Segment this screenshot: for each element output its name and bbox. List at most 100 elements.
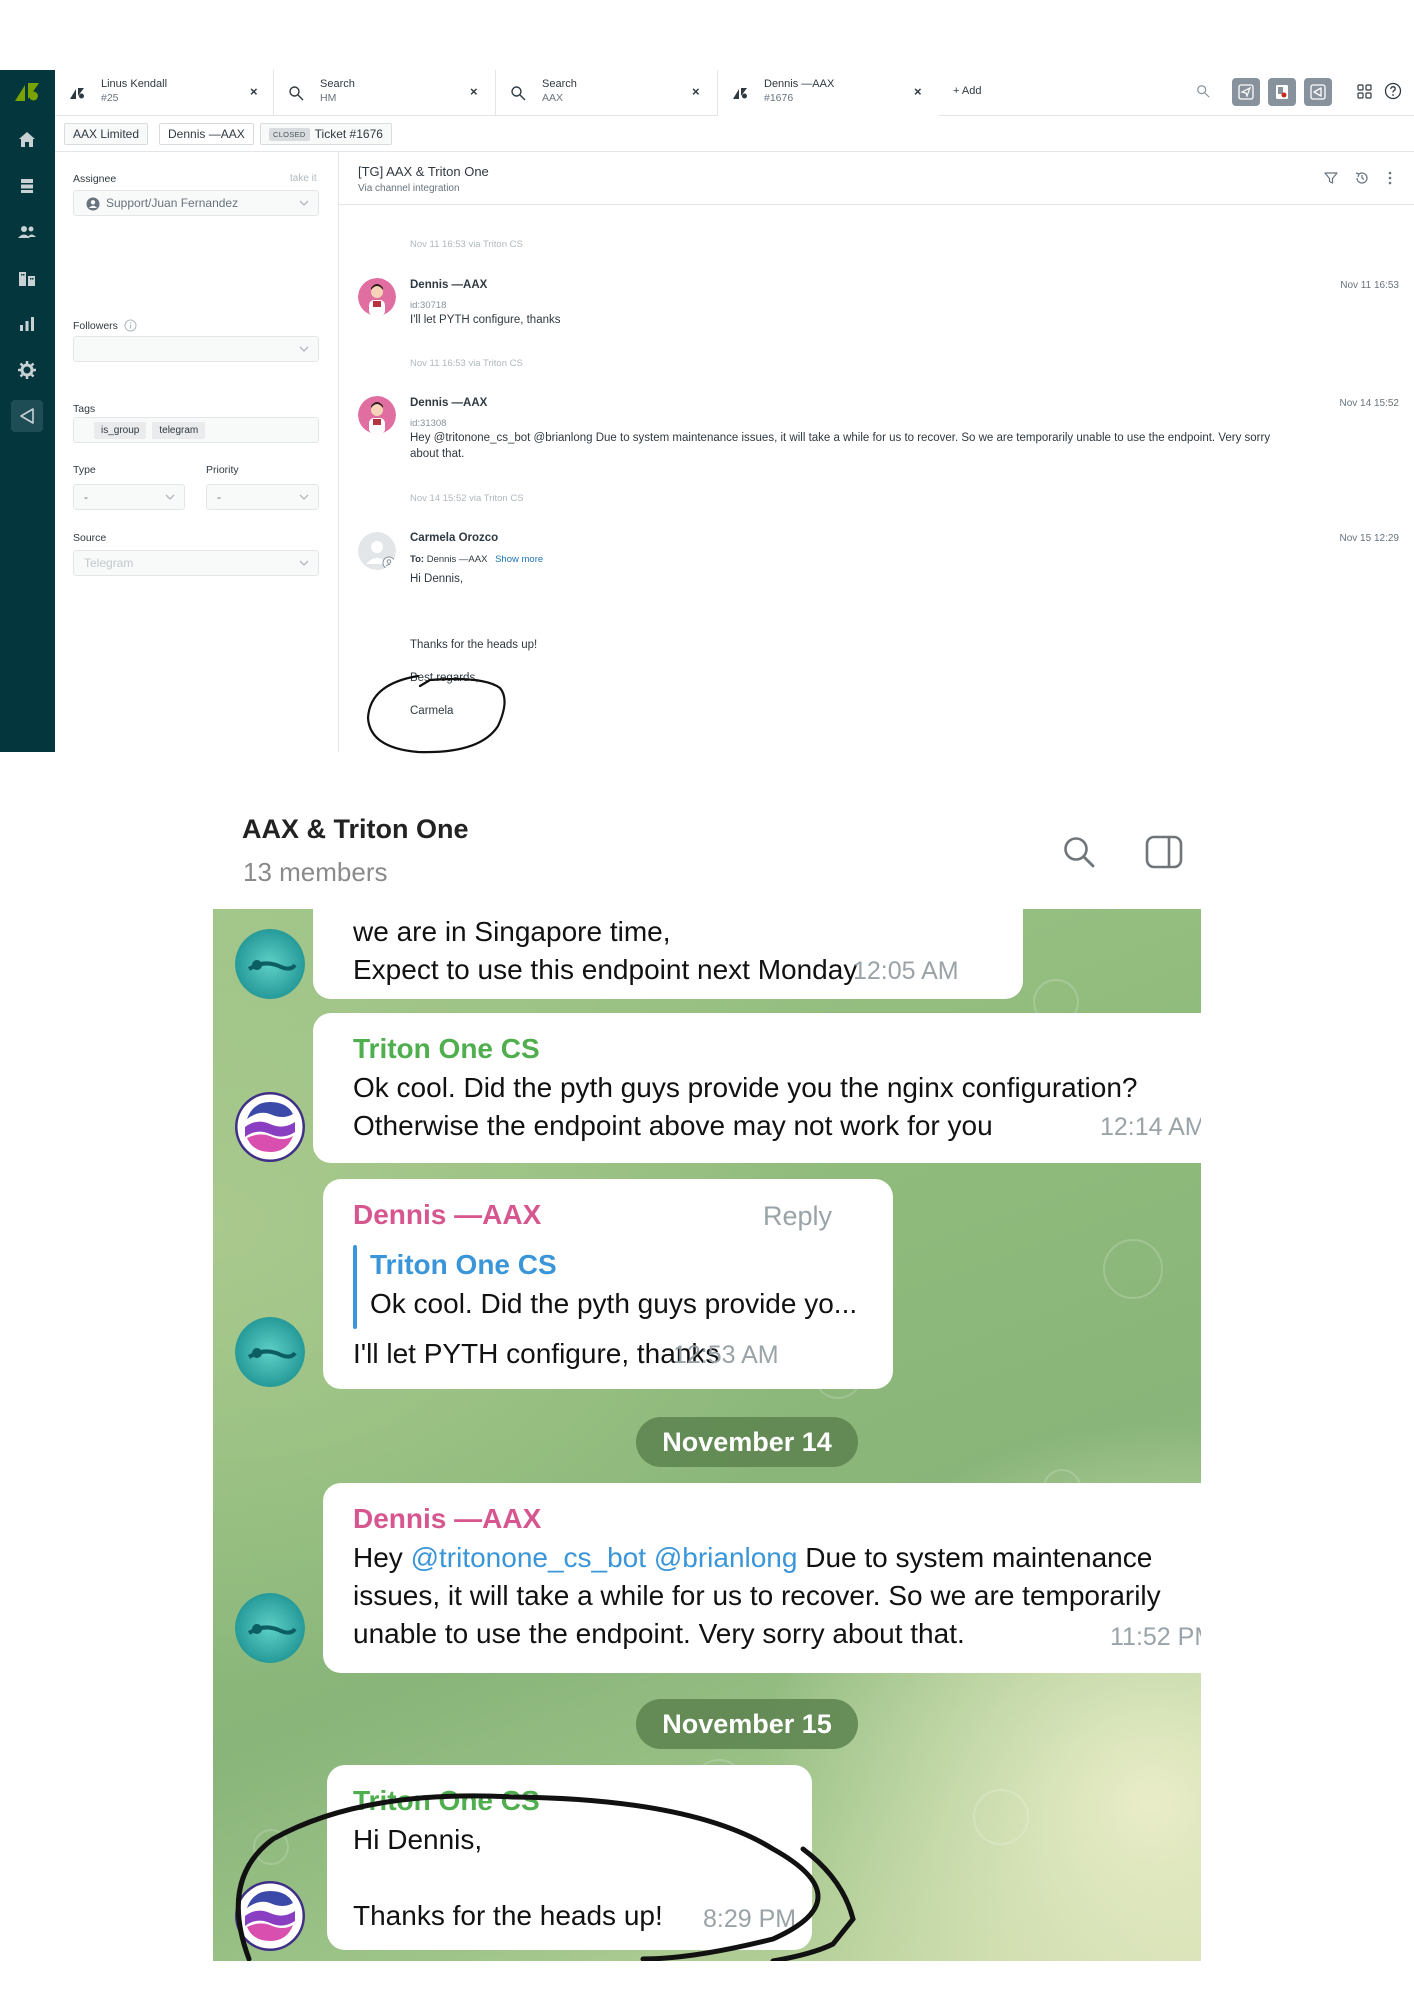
avatar[interactable] — [235, 929, 305, 999]
background-doodle — [1103, 1239, 1163, 1299]
message-author[interactable]: Dennis —AAX — [410, 397, 487, 409]
close-icon[interactable]: × — [470, 84, 478, 99]
more-options-icon[interactable] — [1382, 170, 1398, 186]
add-tab-button[interactable]: + Add — [953, 85, 981, 97]
tag-chip[interactable]: is_group — [94, 421, 147, 439]
tab-linus-kendall[interactable]: Linus Kendall #25 × — [55, 70, 273, 116]
take-it-link[interactable]: take it — [290, 173, 317, 184]
ticket-icon — [733, 88, 747, 99]
message-greeting: Hi Dennis, — [410, 573, 464, 585]
message-text: unable to use the endpoint. Very sorry a… — [353, 1618, 965, 1649]
followers-field[interactable] — [73, 336, 319, 362]
close-icon[interactable]: × — [692, 84, 700, 99]
message-text: issues, it will take a while for us to r… — [353, 1580, 1161, 1611]
message-bubble[interactable]: we are in Singapore time, Expect to use … — [313, 909, 1023, 999]
home-icon[interactable] — [11, 124, 43, 156]
customers-icon[interactable] — [11, 216, 43, 248]
avatar[interactable] — [235, 1881, 305, 1951]
zendesk-logo-icon[interactable] — [13, 81, 41, 103]
search-icon[interactable] — [1196, 84, 1210, 98]
message-text: we are in Singapore time, — [353, 916, 671, 947]
message-bubble[interactable]: Dennis —AAX Hey @tritonone_cs_bot @brian… — [323, 1483, 1201, 1673]
member-count[interactable]: 13 members — [243, 857, 388, 888]
sender-name[interactable]: Dennis —AAX — [353, 1503, 541, 1535]
sender-name[interactable]: Dennis —AAX — [353, 1199, 541, 1231]
views-icon[interactable] — [11, 170, 43, 202]
close-icon[interactable]: × — [250, 84, 258, 99]
breadcrumb-requester[interactable]: Dennis —AAX — [159, 123, 254, 145]
assignee-value: Support/Juan Fernandez — [106, 196, 239, 210]
telegram-chat-area: we are in Singapore time, Expect to use … — [213, 909, 1201, 1961]
message-signature: Carmela — [410, 705, 454, 717]
tab-search-aax[interactable]: Search AAX × — [495, 70, 717, 116]
tags-field[interactable]: is_group telegram — [73, 417, 319, 443]
product-tray-grid-icon[interactable] — [1357, 84, 1372, 99]
avatar[interactable] — [358, 278, 396, 316]
reporting-icon[interactable] — [11, 308, 43, 340]
filter-icon[interactable] — [1323, 170, 1339, 186]
chevron-down-icon — [165, 494, 175, 500]
message-bubble[interactable]: Triton One CS Ok cool. Did the pyth guys… — [313, 1013, 1201, 1163]
avatar[interactable] — [235, 1092, 305, 1162]
info-icon[interactable] — [124, 319, 137, 332]
quoted-text[interactable]: Ok cool. Did the pyth guys provide yo... — [370, 1285, 857, 1323]
help-question-icon[interactable] — [1384, 82, 1402, 100]
mention-link[interactable]: @tritonone_cs_bot — [411, 1542, 646, 1573]
priority-select[interactable]: - — [206, 484, 319, 510]
message-timestamp: Nov 11 16:53 — [1340, 280, 1399, 291]
tab-title: Search — [320, 78, 355, 90]
date-separator: November 14 — [636, 1417, 858, 1467]
triangle-send-icon — [1310, 84, 1326, 100]
message-bubble[interactable]: Triton One CS Hi Dennis, Thanks for the … — [327, 1765, 812, 1950]
tag-chip[interactable]: telegram — [152, 421, 206, 439]
quoted-sender-name[interactable]: Triton One CS — [370, 1249, 557, 1281]
message-time: 12:14 AM — [1100, 1113, 1201, 1141]
telegram-send-app-button[interactable] — [1232, 78, 1260, 106]
search-icon[interactable] — [1062, 835, 1096, 869]
tab-dennis-aax[interactable]: Dennis —AAX #1676 × — [717, 70, 939, 116]
message-time: 12:53 AM — [673, 1341, 779, 1369]
avatar[interactable] — [235, 1593, 305, 1663]
message-author[interactable]: Dennis —AAX — [410, 279, 487, 291]
avatar[interactable] — [358, 396, 396, 434]
organizations-icon[interactable] — [11, 262, 43, 294]
telegram-app-icon[interactable] — [11, 400, 43, 432]
tab-search-hm[interactable]: Search HM × — [273, 70, 495, 116]
message-body: I'll let PYTH configure, thanks — [410, 314, 561, 326]
mention-link[interactable]: @brianlong — [654, 1542, 798, 1573]
close-icon[interactable]: × — [914, 84, 922, 99]
user-avatar-icon — [86, 197, 100, 211]
breadcrumb-organization[interactable]: AAX Limited — [64, 123, 149, 145]
message-id: id:31308 — [410, 418, 447, 429]
reply-quote-bar — [353, 1245, 357, 1329]
ticket-properties-panel: Assignee take it Support/Juan Fernandez … — [55, 152, 339, 752]
sidebar-toggle-icon[interactable] — [1145, 835, 1183, 869]
source-select[interactable]: Telegram — [73, 550, 319, 576]
tab-title: Linus Kendall — [101, 78, 168, 90]
type-select[interactable]: - — [73, 484, 185, 510]
sender-name[interactable]: Triton One CS — [353, 1785, 540, 1817]
chat-title[interactable]: AAX & Triton One — [242, 814, 469, 845]
avatar[interactable] — [358, 532, 396, 570]
recorder-app-button[interactable] — [1268, 78, 1296, 106]
avatar[interactable] — [235, 1317, 305, 1387]
followers-label: Followers — [73, 319, 137, 332]
type-label: Type — [73, 464, 96, 476]
message-body-line: Hey @tritonone_cs_bot @brianlong Due to … — [410, 432, 1271, 444]
show-more-link[interactable]: Show more — [495, 554, 543, 565]
message-bubble[interactable]: Dennis —AAX Reply Triton One CS Ok cool.… — [323, 1179, 893, 1389]
admin-gear-icon[interactable] — [11, 354, 43, 386]
tab-subtitle: #25 — [101, 92, 119, 104]
assignee-field[interactable]: Support/Juan Fernandez — [73, 190, 319, 216]
message-author[interactable]: Carmela Orozco — [410, 532, 498, 544]
message-time: 12:05 AM — [853, 957, 959, 985]
message-timestamp: Nov 14 15:52 — [1339, 398, 1400, 409]
history-icon[interactable] — [1354, 170, 1370, 186]
sender-name[interactable]: Triton One CS — [353, 1033, 540, 1065]
reply-button[interactable]: Reply — [763, 1201, 832, 1232]
telegram-panel-app-button[interactable] — [1304, 78, 1332, 106]
record-icon — [1276, 85, 1288, 99]
breadcrumb-ticket[interactable]: CLOSED Ticket #1676 — [260, 123, 392, 145]
message-text: Thanks for the heads up! — [353, 1900, 663, 1931]
ticket-icon — [70, 88, 84, 99]
